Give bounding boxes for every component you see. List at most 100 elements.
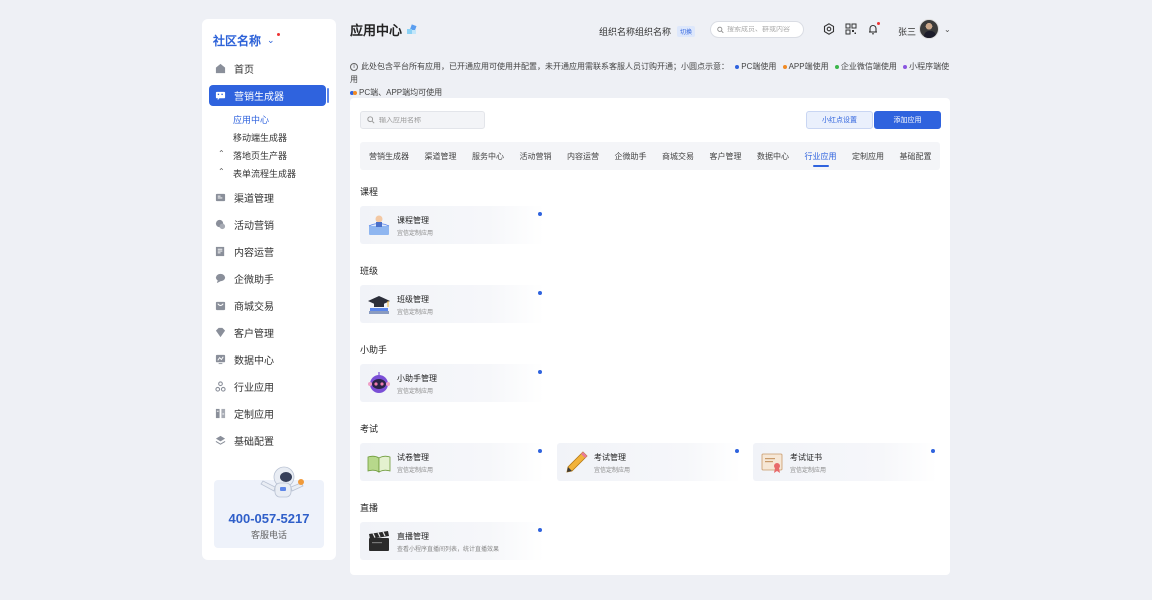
channel-icon	[215, 192, 226, 203]
certificate-icon	[761, 453, 783, 473]
nav-item-channel[interactable]: 渠道管理	[209, 187, 326, 208]
tab-activity[interactable]: 活动营销	[520, 151, 552, 162]
notice-bar: i 此处包含平台所有应用，已开通应用可使用并配置，未开通应用需联系客服人员订购开通…	[350, 60, 950, 99]
industry-icon	[215, 381, 226, 392]
red-dot-settings-button[interactable]: 小红点设置	[806, 111, 873, 129]
tab-data-center[interactable]: 数据中心	[757, 151, 789, 162]
nav-item-data-center[interactable]: 数据中心	[209, 349, 326, 370]
nav-item-content[interactable]: 内容运营	[209, 241, 326, 262]
tab-wecom-assistant[interactable]: 企微助手	[615, 151, 647, 162]
subnav-mobile-generator[interactable]: 移动端生成器	[233, 131, 287, 144]
section-title: 班级	[360, 266, 379, 276]
nav-item-label: 客户管理	[234, 329, 274, 340]
course-book-icon	[368, 215, 390, 235]
section-title: 考试	[360, 424, 379, 434]
chevron-down-icon: ⌄	[267, 33, 280, 46]
legend-label: 企业微信端使用	[840, 62, 897, 71]
app-card[interactable]: 直播管理 查看小程序直播间列表，统计直播效果	[360, 522, 544, 560]
nav-item-home[interactable]: 首页	[209, 58, 326, 79]
open-book-icon	[367, 455, 391, 473]
legend-dot-app	[782, 64, 787, 69]
nav-item-label: 内容运营	[234, 248, 274, 259]
add-app-button[interactable]: 添加应用	[874, 111, 941, 129]
app-cubes-icon	[407, 23, 417, 34]
app-card[interactable]: 试卷管理 宜信定制应用	[360, 443, 544, 481]
app-desc: 宜信定制应用	[790, 468, 827, 474]
app-desc: 宜信定制应用	[594, 468, 631, 474]
nav-item-customer[interactable]: 客户管理	[209, 322, 326, 343]
nav-item-label: 首页	[234, 65, 254, 76]
tab-mall[interactable]: 商城交易	[662, 151, 694, 162]
avatar[interactable]	[919, 19, 939, 39]
notification-dot	[276, 33, 280, 36]
tab-service-center[interactable]: 服务中心	[472, 151, 504, 162]
app-search-input[interactable]	[379, 116, 479, 124]
nav-item-label: 活动营销	[234, 221, 274, 232]
pc-availability-dot	[538, 449, 542, 453]
legend-dot-pc	[735, 64, 740, 69]
tab-content[interactable]: 内容运营	[567, 151, 599, 162]
chat-bubble-icon	[215, 273, 226, 284]
activity-icon	[215, 219, 226, 230]
nav-item-custom[interactable]: 定制应用	[209, 403, 326, 424]
pc-availability-dot	[538, 291, 542, 295]
user-name[interactable]: 张三	[898, 25, 916, 38]
nav-item-activity[interactable]: 活动营销	[209, 214, 326, 235]
graduation-cap-icon	[368, 296, 390, 314]
nav-item-label: 定制应用	[234, 410, 274, 421]
notification-dot	[877, 22, 880, 25]
nav-item-industry[interactable]: 行业应用	[209, 376, 326, 397]
global-search-input[interactable]	[727, 26, 803, 33]
subnav-landing-page[interactable]: ⌃ 落地页生产器	[218, 149, 287, 162]
app-card[interactable]: 班级管理 宜信定制应用	[360, 285, 544, 323]
nav-item-label: 渠道管理	[234, 194, 274, 205]
nav-item-mall[interactable]: 商城交易	[209, 295, 326, 316]
app-desc: 宜信定制应用	[397, 389, 434, 395]
legend-dot-miniprogram	[903, 64, 908, 69]
app-desc: 宜信定制应用	[397, 231, 434, 237]
legend-label: PC端使用	[741, 62, 777, 71]
app-title: 直播管理	[397, 532, 429, 541]
switch-badge[interactable]: 切换	[677, 26, 696, 37]
notice-text: 此处包含平台所有应用，已开通应用可使用并配置，未开通应用需联系客服人员订购开通；…	[361, 62, 729, 71]
section-title: 直播	[360, 503, 379, 513]
chevron-down-icon[interactable]: ⌄	[944, 25, 951, 34]
tab-industry[interactable]: 行业应用	[805, 151, 837, 167]
app-card[interactable]: 小助手管理 宜信定制应用	[360, 364, 544, 402]
mall-icon	[215, 300, 226, 311]
app-desc: 宜信定制应用	[397, 310, 434, 316]
chevron-up-icon: ⌃	[218, 167, 225, 176]
app-card[interactable]: 课程管理 宜信定制应用	[360, 206, 544, 244]
app-search[interactable]	[360, 111, 485, 129]
subnav-label: 表单流程生成器	[233, 169, 297, 179]
tab-custom[interactable]: 定制应用	[852, 151, 884, 162]
settings-stack-icon	[215, 435, 226, 446]
qr-code-icon[interactable]	[845, 23, 857, 35]
global-search[interactable]	[710, 21, 804, 38]
content-icon	[215, 246, 226, 257]
settings-icon[interactable]	[823, 23, 835, 35]
app-desc: 宜信定制应用	[397, 468, 434, 474]
nav-item-basic-config[interactable]: 基础配置	[209, 430, 326, 451]
nav-item-label: 营销生成器	[234, 92, 284, 103]
app-card[interactable]: 考试证书 宜信定制应用	[753, 443, 937, 481]
brand-switcher[interactable]: 社区名称 ⌄	[213, 32, 280, 49]
pc-availability-dot	[735, 449, 739, 453]
app-title: 班级管理	[397, 295, 429, 304]
home-icon	[215, 63, 226, 74]
app-title: 课程管理	[397, 216, 429, 225]
main-panel: 小红点设置 添加应用 营销生成器 渠道管理 服务中心 活动营销 内容运营 企微助…	[350, 98, 950, 575]
custom-icon	[215, 408, 226, 419]
app-title: 考试管理	[594, 453, 626, 462]
subnav-app-center[interactable]: 应用中心	[233, 113, 269, 126]
tab-basic-config[interactable]: 基础配置	[900, 151, 932, 162]
app-card[interactable]: 考试管理 宜信定制应用	[557, 443, 741, 481]
org-switcher[interactable]: 组织名称组织名称 切换	[599, 25, 696, 38]
nav-item-marketing-generator[interactable]: 营销生成器	[209, 85, 329, 106]
tab-channel[interactable]: 渠道管理	[425, 151, 457, 162]
tab-customer[interactable]: 客户管理	[710, 151, 742, 162]
nav-item-wecom-assistant[interactable]: 企微助手	[209, 268, 326, 289]
tab-marketing-generator[interactable]: 营销生成器	[369, 151, 409, 162]
subnav-form-flow[interactable]: ⌃ 表单流程生成器	[218, 167, 297, 180]
notification-bell[interactable]	[867, 22, 880, 35]
